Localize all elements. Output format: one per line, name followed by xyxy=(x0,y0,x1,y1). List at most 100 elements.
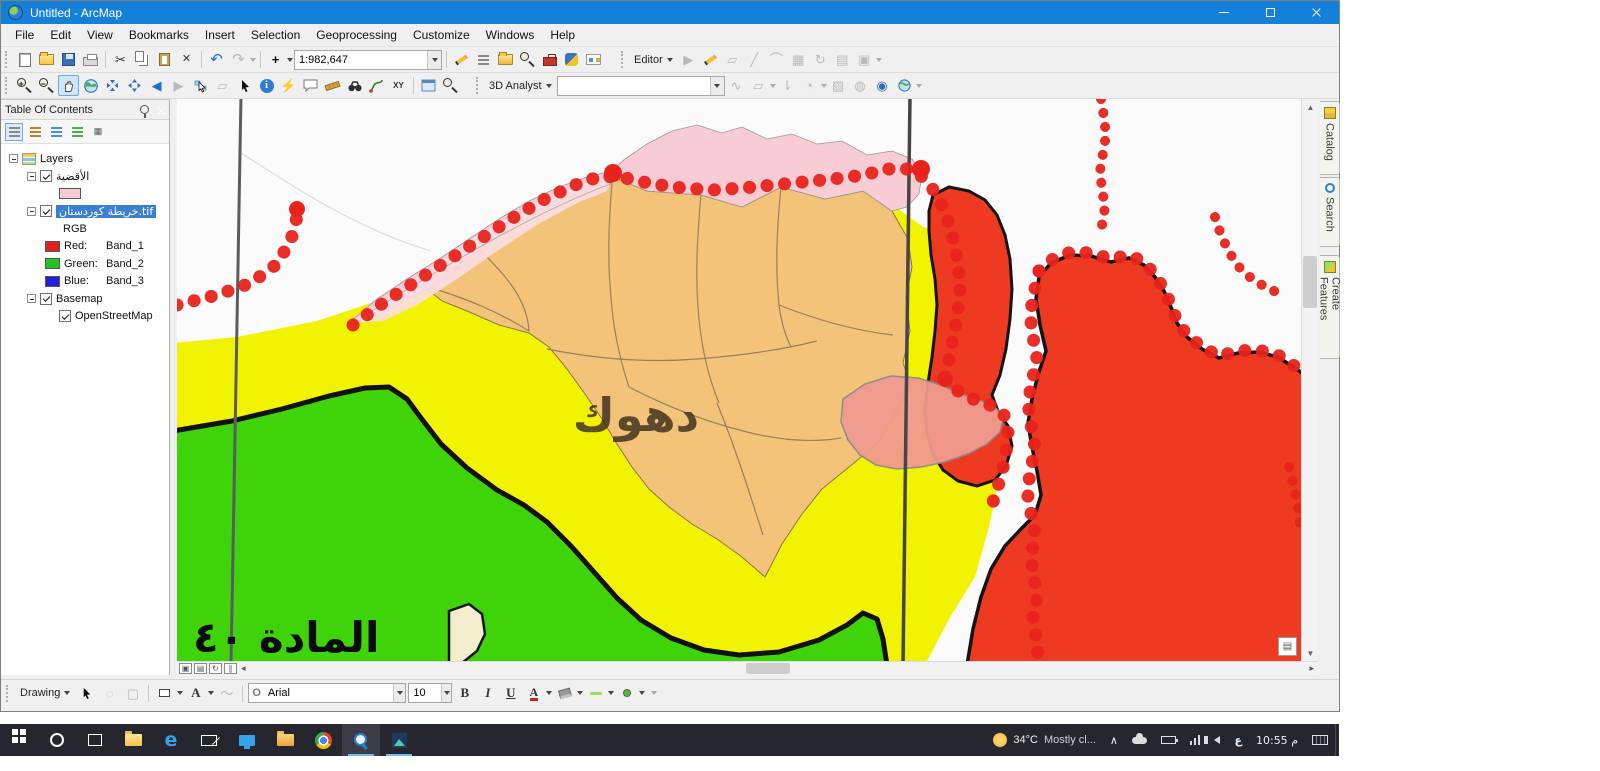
steepest-path-button[interactable]: ⇂ xyxy=(777,75,798,96)
interpolate-line-button[interactable]: ∿ xyxy=(726,75,747,96)
menu-help[interactable]: Help xyxy=(542,25,583,45)
add-data-caret[interactable] xyxy=(287,57,293,62)
fixed-zoom-out-button[interactable] xyxy=(124,75,145,96)
map-vertical-scrollbar[interactable]: ▲ ▼ xyxy=(1301,99,1318,661)
arcglobe-button[interactable] xyxy=(894,75,915,96)
html-popup-button[interactable] xyxy=(300,75,321,96)
toc-layers-root-row[interactable]: Layers xyxy=(1,150,169,168)
zoom-in-button[interactable]: + xyxy=(14,75,35,96)
undo-button[interactable]: ↶ xyxy=(206,49,227,70)
redo-button[interactable]: ↷ xyxy=(228,49,249,70)
drawing-overflow-caret[interactable] xyxy=(651,691,658,695)
create-viewer-window-button[interactable] xyxy=(418,75,439,96)
print-button[interactable] xyxy=(80,49,101,70)
contour-button[interactable]: ◔ xyxy=(799,75,820,96)
zoom-out-button[interactable]: − xyxy=(36,75,57,96)
edit-sketch-button[interactable] xyxy=(700,49,721,70)
arcmap-taskbar-button[interactable] xyxy=(342,724,380,756)
horizontal-scroll-thumb[interactable] xyxy=(746,663,790,674)
font-color-caret[interactable] xyxy=(546,691,553,695)
analyst-menu[interactable]: 3D Analyst xyxy=(485,80,556,92)
search-window-button[interactable] xyxy=(517,49,538,70)
find-button[interactable] xyxy=(344,75,365,96)
clear-selection-button[interactable]: ▱ xyxy=(212,75,233,96)
hyperlink-button[interactable]: ⚡ xyxy=(278,75,299,96)
curve-tool[interactable]: 〜 xyxy=(216,683,237,704)
districts-symbol-swatch[interactable] xyxy=(59,188,81,200)
toolbar-grip[interactable] xyxy=(621,51,625,68)
menu-view[interactable]: View xyxy=(79,25,121,45)
collapse-icon[interactable] xyxy=(27,171,36,181)
battery-tray-button[interactable] xyxy=(1154,724,1183,756)
show-desktop-button[interactable] xyxy=(1335,724,1339,756)
font-input[interactable] xyxy=(263,684,393,702)
refresh-view-button[interactable]: ↻ xyxy=(209,663,222,674)
select-elements-tool[interactable] xyxy=(76,683,97,704)
toolbar-grip[interactable] xyxy=(5,77,9,94)
start-button[interactable] xyxy=(0,724,38,756)
layout-view-button[interactable]: ▤ xyxy=(194,663,207,674)
edit-vertices-button[interactable]: ▱ xyxy=(722,49,743,70)
minimize-button[interactable] xyxy=(1201,1,1247,24)
data-view-button[interactable]: ▣ xyxy=(179,663,192,674)
toolbar-overflow-caret[interactable] xyxy=(915,83,922,88)
scroll-right-button[interactable]: ▸ xyxy=(1309,663,1314,674)
dock-tab-catalog[interactable]: Catalog xyxy=(1320,101,1340,175)
sketch-properties-button[interactable]: ▣ xyxy=(854,49,875,70)
python-button[interactable] xyxy=(561,49,582,70)
text-tool[interactable]: A xyxy=(185,683,206,704)
list-by-selection-button[interactable] xyxy=(68,123,86,141)
line-color-caret[interactable] xyxy=(608,691,615,695)
menu-bookmarks[interactable]: Bookmarks xyxy=(121,25,197,45)
font-dropdown[interactable] xyxy=(392,684,406,702)
viewer-magnifier-button[interactable] xyxy=(440,75,461,96)
fixed-zoom-in-button[interactable] xyxy=(102,75,123,96)
drawing-menu[interactable]: Drawing xyxy=(16,687,74,699)
menu-edit[interactable]: Edit xyxy=(42,25,79,45)
font-color-button[interactable]: A xyxy=(523,683,544,704)
shape-tool[interactable] xyxy=(154,683,175,704)
copy-button[interactable] xyxy=(132,49,153,70)
modelbuilder-button[interactable] xyxy=(583,49,604,70)
menu-insert[interactable]: Insert xyxy=(197,25,243,45)
split-button[interactable]: ▦ xyxy=(788,49,809,70)
shape-tool-caret[interactable] xyxy=(177,691,184,695)
task-view-button[interactable] xyxy=(76,724,114,756)
toolbar-grip[interactable] xyxy=(476,77,480,94)
marker-color-button[interactable] xyxy=(616,683,637,704)
close-button[interactable] xyxy=(1293,1,1339,24)
scroll-down-button[interactable]: ▼ xyxy=(1302,645,1319,661)
file-explorer-button[interactable] xyxy=(114,724,152,756)
fill-color-caret[interactable] xyxy=(577,691,584,695)
menu-windows[interactable]: Windows xyxy=(478,25,543,45)
rotate-button[interactable]: ↻ xyxy=(810,49,831,70)
collapse-icon[interactable] xyxy=(27,206,36,216)
hidden-icons-button[interactable]: ∧ xyxy=(1103,724,1125,756)
attributes-button[interactable]: ▤ xyxy=(832,49,853,70)
analyst-caret[interactable] xyxy=(820,83,827,88)
cut-polygons-button[interactable]: ⌒ xyxy=(766,49,787,70)
cut-button[interactable]: ✂ xyxy=(110,49,131,70)
open-button[interactable] xyxy=(36,49,57,70)
select-features-button[interactable] xyxy=(190,75,211,96)
basemap-label[interactable]: Basemap xyxy=(56,293,102,305)
overview-window-button[interactable]: ▤ xyxy=(1278,637,1297,656)
interpolate-shape-button[interactable]: ▱ xyxy=(748,75,769,96)
list-by-visibility-button[interactable] xyxy=(47,123,65,141)
analyst-caret[interactable] xyxy=(769,83,776,88)
districts-checkbox[interactable] xyxy=(40,170,52,183)
menu-customize[interactable]: Customize xyxy=(405,25,478,45)
chrome-button[interactable] xyxy=(304,724,342,756)
underline-button[interactable]: U xyxy=(500,683,521,704)
toc-osm-row[interactable]: OpenStreetMap xyxy=(1,308,169,326)
analyst-layer-input[interactable] xyxy=(557,76,710,95)
editor-overflow-caret[interactable] xyxy=(875,57,882,62)
clock[interactable]: 10:55 م xyxy=(1249,724,1305,756)
zoom-to-selected-tool[interactable]: ▢ xyxy=(122,683,143,704)
save-button[interactable] xyxy=(58,49,79,70)
font-size-dropdown[interactable] xyxy=(440,684,452,702)
districts-layer-label[interactable]: الأقضية xyxy=(56,170,89,183)
toolbar-grip[interactable] xyxy=(6,684,10,702)
redo-dropdown-caret[interactable] xyxy=(250,57,256,62)
editor-toolbar-button[interactable] xyxy=(451,49,472,70)
